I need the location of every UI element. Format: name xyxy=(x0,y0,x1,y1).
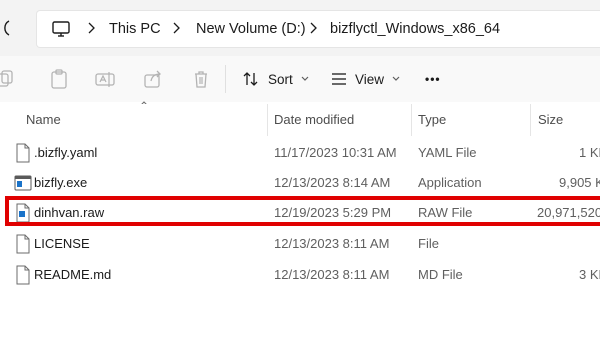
refresh-icon[interactable] xyxy=(0,17,14,39)
column-header-type[interactable]: Type xyxy=(418,112,446,127)
sort-label: Sort xyxy=(268,71,293,87)
document-icon xyxy=(16,143,30,163)
exe-icon xyxy=(14,175,32,191)
chevron-down-icon xyxy=(301,76,309,81)
document-icon xyxy=(16,234,30,254)
share-icon[interactable] xyxy=(142,68,164,90)
sort-icon xyxy=(243,72,258,86)
delete-icon[interactable] xyxy=(190,68,212,90)
file-row[interactable]: LICENSE 12/13/2023 8:11 AM File xyxy=(0,229,600,259)
file-date: 11/17/2023 10:31 AM xyxy=(274,145,397,160)
toolbar-divider xyxy=(225,65,226,93)
copy-icon[interactable] xyxy=(0,68,16,90)
file-type: MD File xyxy=(418,267,463,282)
command-bar: Sort View ••• xyxy=(0,56,600,102)
highlight-annotation xyxy=(5,196,600,226)
column-header-name[interactable]: Name xyxy=(26,112,61,127)
breadcrumb-this-pc[interactable]: This PC xyxy=(109,19,161,39)
file-type: YAML File xyxy=(418,145,477,160)
paste-icon[interactable] xyxy=(48,68,70,90)
view-button[interactable]: View xyxy=(330,64,401,94)
sort-button[interactable]: Sort xyxy=(242,64,310,94)
column-header-size[interactable]: Size xyxy=(538,112,563,127)
see-more-button[interactable]: ••• xyxy=(425,64,441,94)
view-label: View xyxy=(355,71,385,87)
column-header-date-modified[interactable]: Date modified xyxy=(274,112,354,127)
address-region: This PC New Volume (D:) bizflyctl_Window… xyxy=(0,0,600,56)
chevron-right-icon[interactable] xyxy=(308,21,318,35)
this-pc-icon[interactable] xyxy=(51,19,71,39)
file-size: 9,905 K xyxy=(559,175,600,190)
column-divider[interactable] xyxy=(530,104,531,136)
address-bar[interactable]: This PC New Volume (D:) bizflyctl_Window… xyxy=(36,10,600,48)
file-name: LICENSE xyxy=(34,236,90,251)
file-row[interactable]: .bizfly.yaml 11/17/2023 10:31 AM YAML Fi… xyxy=(0,138,600,168)
document-icon xyxy=(16,265,30,285)
file-name: README.md xyxy=(34,267,112,282)
file-size: 1 KE xyxy=(579,145,600,160)
chevron-right-icon[interactable] xyxy=(171,21,181,35)
file-date: 12/13/2023 8:14 AM xyxy=(274,175,391,190)
file-name: bizfly.exe xyxy=(34,175,88,190)
file-date: 12/13/2023 8:11 AM xyxy=(274,267,390,282)
chevron-down-icon xyxy=(392,76,400,81)
column-headers: Name Date modified Type Size xyxy=(0,104,600,136)
view-list-icon xyxy=(332,73,346,85)
breadcrumb-new-volume[interactable]: New Volume (D:) xyxy=(196,19,306,39)
column-divider[interactable] xyxy=(411,104,412,136)
file-row[interactable]: README.md 12/13/2023 8:11 AM MD File 3 K… xyxy=(0,260,600,290)
breadcrumb-current-folder[interactable]: bizflyctl_Windows_x86_64 xyxy=(330,19,500,39)
file-row[interactable]: bizfly.exe 12/13/2023 8:14 AM Applicatio… xyxy=(0,168,600,198)
file-type: File xyxy=(418,236,439,251)
file-size: 3 KE xyxy=(579,267,600,282)
more-options-icon: ••• xyxy=(425,72,441,86)
file-type: Application xyxy=(418,175,482,190)
file-date: 12/13/2023 8:11 AM xyxy=(274,236,390,251)
file-name: .bizfly.yaml xyxy=(34,145,98,160)
chevron-right-icon[interactable] xyxy=(86,21,96,35)
rename-icon[interactable] xyxy=(94,68,116,90)
column-divider[interactable] xyxy=(267,104,268,136)
